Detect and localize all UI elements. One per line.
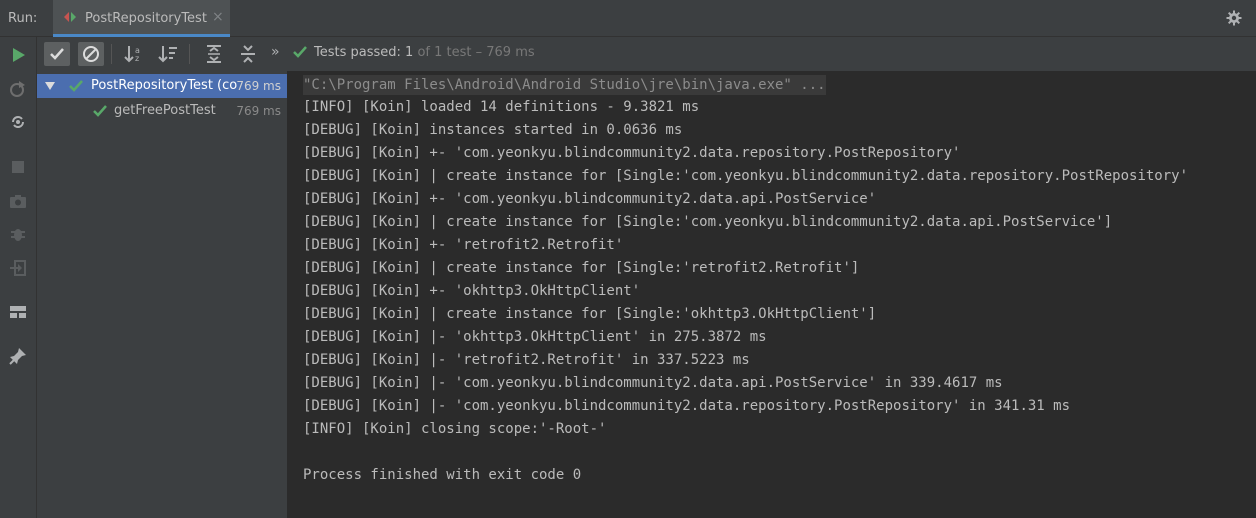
console-line: [DEBUG] [Koin] | create instance for [Si… [303,306,877,322]
console-line: [DEBUG] [Koin] |- 'com.yeonkyu.blindcomm… [303,398,1071,414]
collapse-all-button[interactable] [235,42,261,66]
console-line: [DEBUG] [Koin] instances started in 0.06… [303,122,683,138]
test-results-toolbar: a z » Tests passed: 1 of 1 test – 769 ms [37,37,1256,71]
show-passed-button[interactable] [44,42,70,66]
svg-text:z: z [135,54,139,63]
test-method-name: getFreePostTest [114,103,216,118]
check-icon [93,105,107,117]
test-duration: 769 ms [236,79,281,93]
sort-duration-button[interactable] [155,42,181,66]
check-icon [50,48,64,60]
layout-icon[interactable] [9,303,27,321]
run-tool-window-header: Run: PostRepositoryTest × [0,0,1256,37]
console-line: [DEBUG] [Koin] |- 'com.yeonkyu.blindcomm… [303,375,1003,391]
toggle-auto-test-icon[interactable] [9,113,27,131]
console-line: [DEBUG] [Koin] +- 'com.yeonkyu.blindcomm… [303,145,961,161]
console-line: [DEBUG] [Koin] +- 'okhttp3.OkHttpClient' [303,283,641,299]
screenshot-icon[interactable] [9,192,27,210]
tree-item-test-class[interactable]: PostRepositoryTest (com 769 ms [37,74,287,98]
test-class-name: PostRepositoryTest (com [91,78,237,93]
show-ignored-button[interactable] [78,42,104,66]
sort-alpha-icon: a z [124,46,140,63]
rerun-failed-icon[interactable] [9,80,27,98]
gear-icon[interactable] [1226,10,1242,26]
exit-icon[interactable] [9,259,27,277]
expand-all-icon [207,45,221,63]
test-duration: 769 ms [236,104,281,118]
toolbar-separator [189,44,190,64]
test-class-icon [64,12,76,22]
passed-count: 1 [405,45,414,60]
collapse-all-icon [241,45,255,63]
console-line: [DEBUG] [Koin] |- 'retrofit2.Retrofit' i… [303,352,750,368]
expand-all-button[interactable] [201,42,227,66]
console-line: [INFO] [Koin] loaded 14 definitions - 9.… [303,99,700,115]
tab-post-repository-test[interactable]: PostRepositoryTest × [53,0,230,37]
sort-duration-icon [158,46,177,63]
tree-item-test-method[interactable]: getFreePostTest 769 ms [37,99,287,123]
rerun-icon[interactable] [9,46,27,64]
more-icon[interactable]: » [271,44,280,60]
console-line: [DEBUG] [Koin] | create instance for [Si… [303,168,1189,184]
stop-icon[interactable] [9,158,27,176]
test-tree: PostRepositoryTest (com 769 ms getFreePo… [37,71,288,518]
chevron-down-icon[interactable] [45,81,55,91]
console-command-line: "C:\Program Files\Android\Android Studio… [303,75,826,95]
debug-icon[interactable] [9,225,27,243]
check-icon [293,46,307,58]
console-output[interactable]: "C:\Program Files\Android\Android Studio… [288,71,1256,518]
toolbar-separator [111,44,112,64]
status-prefix: Tests passed: [314,45,401,60]
left-action-toolbar [0,37,37,518]
console-exit-line: Process finished with exit code 0 [303,467,582,483]
sort-alpha-button[interactable]: a z [121,42,147,66]
console-line: [INFO] [Koin] closing scope:'-Root-' [303,421,607,437]
run-label: Run: [8,11,38,26]
console-line: [DEBUG] [Koin] +- 'retrofit2.Retrofit' [303,237,624,253]
close-icon[interactable]: × [212,9,224,25]
status-suffix: of 1 test – 769 ms [417,45,535,60]
ignored-icon [83,46,99,62]
check-icon [69,80,83,92]
pin-icon[interactable] [9,347,27,365]
console-line: [DEBUG] [Koin] |- 'okhttp3.OkHttpClient'… [303,329,767,345]
console-line: [DEBUG] [Koin] | create instance for [Si… [303,260,860,276]
console-line: [DEBUG] [Koin] +- 'com.yeonkyu.blindcomm… [303,191,877,207]
console-line: [DEBUG] [Koin] | create instance for [Si… [303,214,1113,230]
tab-title: PostRepositoryTest [85,11,207,26]
